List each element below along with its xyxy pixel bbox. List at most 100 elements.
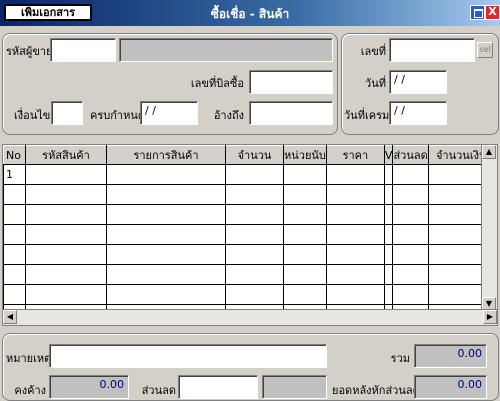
table-cell[interactable] xyxy=(383,164,394,185)
table-cell[interactable] xyxy=(283,244,327,265)
net-field: 0.00 xyxy=(414,375,487,399)
doc-no-input[interactable] xyxy=(389,38,475,62)
col-vat[interactable]: V xyxy=(383,145,394,165)
table-row[interactable] xyxy=(3,284,495,305)
table-cell[interactable] xyxy=(383,264,394,285)
table-cell[interactable] xyxy=(3,204,26,225)
date-input[interactable]: / / xyxy=(389,70,447,94)
table-cell[interactable] xyxy=(106,284,226,305)
doc-no-lookup-button[interactable]: sel xyxy=(477,42,493,58)
table-cell[interactable] xyxy=(225,204,284,225)
table-cell[interactable] xyxy=(225,224,284,245)
scroll-right-icon[interactable]: ▶ xyxy=(483,310,497,324)
table-cell[interactable] xyxy=(392,164,429,185)
note-label: หมายเหตุ xyxy=(6,352,52,365)
table-cell[interactable] xyxy=(392,264,429,285)
table-cell[interactable] xyxy=(383,284,394,305)
col-price[interactable]: ราคา xyxy=(325,145,385,165)
table-cell[interactable] xyxy=(225,164,284,185)
grid-horizontal-scrollbar[interactable]: ◀ ▶ xyxy=(3,309,497,325)
table-cell[interactable] xyxy=(283,184,327,205)
table-cell[interactable] xyxy=(325,224,385,245)
table-cell[interactable] xyxy=(225,264,284,285)
table-cell[interactable] xyxy=(106,204,226,225)
table-cell[interactable] xyxy=(3,284,26,305)
note-input[interactable] xyxy=(49,344,327,368)
table-cell[interactable] xyxy=(3,224,26,245)
add-document-button[interactable]: เพิ่มเอกสาร xyxy=(4,4,92,21)
total-field: 0.00 xyxy=(414,344,487,368)
balance-label: คงค้าง xyxy=(14,384,46,397)
table-cell[interactable] xyxy=(325,244,385,265)
table-cell[interactable] xyxy=(283,224,327,245)
table-cell[interactable] xyxy=(106,164,226,185)
table-cell[interactable] xyxy=(283,284,327,305)
table-cell[interactable] xyxy=(325,264,385,285)
table-cell[interactable]: 1 xyxy=(3,164,26,185)
table-cell[interactable] xyxy=(392,184,429,205)
table-cell[interactable] xyxy=(283,264,327,285)
col-product-name[interactable]: รายการสินค้า xyxy=(106,145,226,165)
table-cell[interactable] xyxy=(25,184,107,205)
col-unit[interactable]: หน่วยนับ xyxy=(283,145,327,165)
claim-date-input[interactable]: / / xyxy=(389,101,447,125)
table-cell[interactable] xyxy=(392,244,429,265)
table-cell[interactable] xyxy=(392,284,429,305)
date-label: วันที่ xyxy=(365,77,386,90)
due-date-input[interactable]: / / xyxy=(140,101,198,125)
table-row[interactable] xyxy=(3,204,495,225)
table-cell[interactable] xyxy=(25,264,107,285)
table-cell[interactable] xyxy=(283,164,327,185)
table-cell[interactable] xyxy=(25,284,107,305)
reference-input[interactable] xyxy=(249,101,333,125)
supplier-name-field xyxy=(119,38,333,62)
scroll-left-icon[interactable]: ◀ xyxy=(3,310,17,324)
restore-window-button[interactable] xyxy=(470,5,485,20)
table-cell[interactable] xyxy=(106,264,226,285)
col-quantity[interactable]: จำนวน xyxy=(225,145,284,165)
invoice-no-label: เลขที่บิลซื้อ xyxy=(190,77,244,90)
supplier-code-input[interactable] xyxy=(50,38,116,62)
table-row[interactable] xyxy=(3,244,495,265)
table-cell[interactable] xyxy=(325,164,385,185)
balance-field: 0.00 xyxy=(49,375,129,399)
table-cell[interactable] xyxy=(25,224,107,245)
items-grid[interactable]: No รหัสสินค้า รายการสินค้า จำนวน หน่วยนั… xyxy=(2,144,498,326)
table-row[interactable] xyxy=(3,264,495,285)
table-cell[interactable] xyxy=(106,224,226,245)
table-cell[interactable] xyxy=(225,184,284,205)
table-cell[interactable] xyxy=(325,184,385,205)
table-cell[interactable] xyxy=(383,244,394,265)
table-cell[interactable] xyxy=(325,204,385,225)
col-no[interactable]: No xyxy=(3,145,26,165)
invoice-no-input[interactable] xyxy=(249,70,333,94)
col-product-code[interactable]: รหัสสินค้า xyxy=(25,145,107,165)
table-cell[interactable] xyxy=(106,184,226,205)
table-cell[interactable] xyxy=(106,244,226,265)
table-cell[interactable] xyxy=(25,204,107,225)
table-cell[interactable] xyxy=(325,284,385,305)
term-input[interactable] xyxy=(51,101,83,125)
col-discount[interactable]: ส่วนลด xyxy=(392,145,429,165)
table-cell[interactable] xyxy=(383,184,394,205)
table-cell[interactable] xyxy=(3,184,26,205)
grid-header-row: No รหัสสินค้า รายการสินค้า จำนวน หน่วยนั… xyxy=(3,145,495,165)
table-cell[interactable] xyxy=(283,204,327,225)
table-cell[interactable] xyxy=(225,244,284,265)
table-cell[interactable] xyxy=(392,204,429,225)
table-row[interactable] xyxy=(3,224,495,245)
table-cell[interactable] xyxy=(383,224,394,245)
table-cell[interactable] xyxy=(25,244,107,265)
table-cell[interactable] xyxy=(225,284,284,305)
discount-input[interactable] xyxy=(178,375,258,399)
table-cell[interactable] xyxy=(3,244,26,265)
table-cell[interactable] xyxy=(3,264,26,285)
table-row[interactable] xyxy=(3,184,495,205)
scroll-up-icon[interactable]: ▲ xyxy=(482,145,496,159)
close-window-button[interactable]: X xyxy=(485,5,500,20)
table-cell[interactable] xyxy=(25,164,107,185)
grid-vertical-scrollbar[interactable]: ▲ ▼ xyxy=(481,145,497,311)
table-cell[interactable] xyxy=(383,204,394,225)
table-row[interactable]: 1 xyxy=(3,164,495,185)
table-cell[interactable] xyxy=(392,224,429,245)
